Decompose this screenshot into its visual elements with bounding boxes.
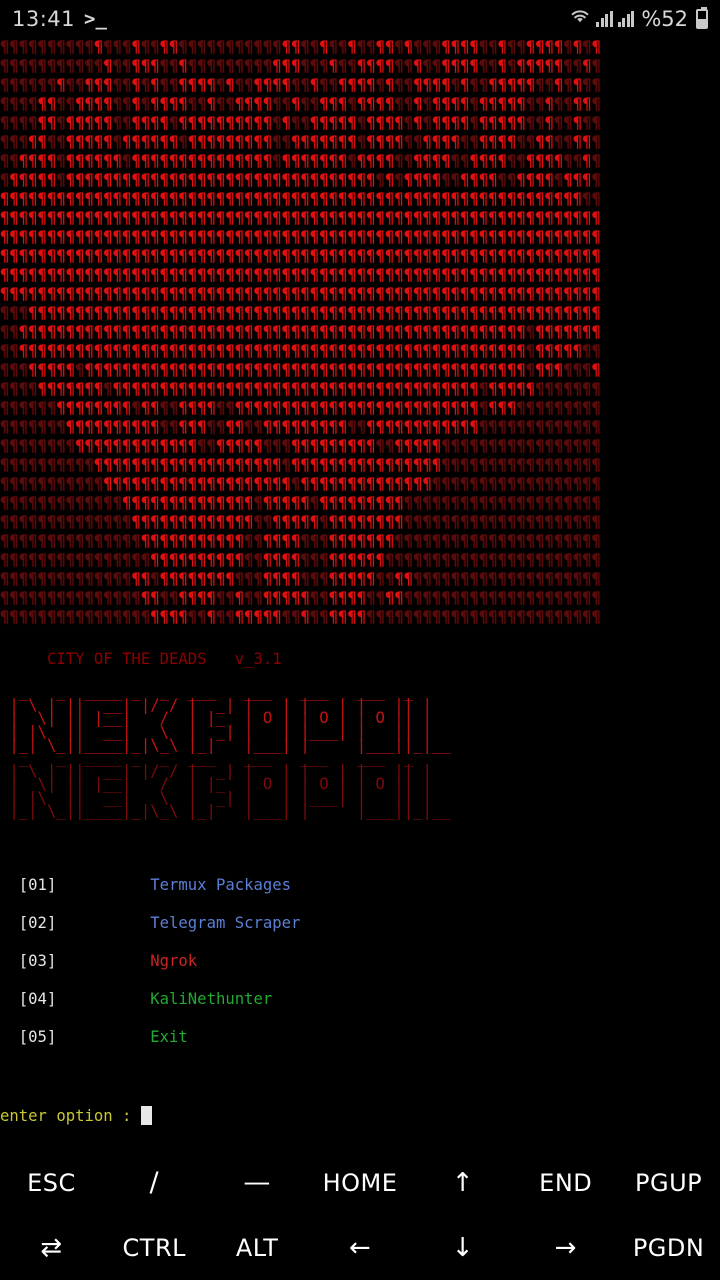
status-bar-right: %52 (569, 7, 708, 31)
key-arrow-left[interactable]: ← (309, 1233, 412, 1263)
menu-list: [01] Termux Packages [02] Telegram Scrap… (0, 876, 301, 1066)
signal-bars-icon-2 (617, 11, 635, 27)
menu-item-spacer (56, 990, 150, 1008)
extra-keys-toolbar[interactable]: ESC / — HOME ↑ END PGUP ⇄ CTRL ALT ← ↓ → PGDN (0, 1150, 720, 1280)
key-alt[interactable]: ALT (206, 1234, 309, 1262)
key-dash[interactable]: — (206, 1167, 309, 1198)
menu-item-spacer (56, 952, 150, 970)
key-tab[interactable]: ⇄ (0, 1233, 103, 1263)
battery-icon (696, 7, 708, 29)
skull-ascii-art: ¶¶¶¶¶¶¶¶¶¶¶¶¶¶¶¶¶¶¶¶¶¶¶¶¶¶¶¶¶¶¶¶¶¶¶¶¶¶¶¶… (0, 38, 601, 626)
status-bar-left: 13:41 >_ (12, 7, 107, 31)
menu-item-3[interactable]: [03] Ngrok (0, 952, 300, 990)
menu-item-label: Exit (150, 1028, 188, 1046)
menu-item-index: [04] (0, 990, 57, 1008)
key-home[interactable]: HOME (309, 1169, 412, 1197)
status-bar: 13:41 >_ %52 (0, 0, 720, 38)
menu-item-spacer (56, 1028, 150, 1046)
prompt-label: enter option : (0, 1107, 141, 1125)
menu-item-label: Ngrok (150, 952, 198, 970)
menu-item-index: [05] (0, 1028, 57, 1046)
menu-item-spacer (56, 914, 150, 932)
menu-item-label: Termux Packages (150, 876, 292, 894)
menu-item-index: [02] (0, 914, 57, 932)
status-clock: 13:41 (12, 7, 76, 31)
menu-item-4[interactable]: [04] KaliNethunter (0, 990, 300, 1028)
key-slash[interactable]: / (103, 1167, 206, 1198)
key-pgdn[interactable]: PGDN (617, 1234, 720, 1262)
wifi-icon (569, 8, 591, 30)
key-arrow-up[interactable]: ↑ (411, 1168, 514, 1198)
menu-item-label: KaliNethunter (150, 990, 273, 1008)
menu-item-spacer (56, 876, 150, 894)
subtitle-line: CITY OF THE DEADS v_3.1 (0, 650, 282, 668)
menu-item-1[interactable]: [01] Termux Packages (0, 876, 300, 914)
nekropol-logo-banner: _ _ ____ _ _ ___ ___ ___ ___ _ | \ | || … (0, 683, 451, 820)
menu-item-2[interactable]: [02] Telegram Scraper (0, 914, 301, 952)
menu-item-index: [03] (0, 952, 57, 970)
key-pgup[interactable]: PGUP (617, 1169, 720, 1197)
prompt-line[interactable]: enter option : (0, 1106, 152, 1126)
key-end[interactable]: END (514, 1169, 617, 1197)
extra-keys-row-1: ESC / — HOME ↑ END PGUP (0, 1150, 720, 1215)
key-ctrl[interactable]: CTRL (103, 1234, 206, 1262)
battery-percent-label: %52 (641, 7, 688, 31)
extra-keys-row-2: ⇄ CTRL ALT ← ↓ → PGDN (0, 1215, 720, 1280)
signal-bars-icon-1 (596, 11, 613, 27)
termux-notification-icon: >_ (84, 7, 107, 30)
block-cursor (140, 1106, 152, 1125)
menu-item-5[interactable]: [05] Exit (0, 1028, 300, 1066)
terminal-output[interactable]: ¶¶¶¶¶¶¶¶¶¶¶¶¶¶¶¶¶¶¶¶¶¶¶¶¶¶¶¶¶¶¶¶¶¶¶¶¶¶¶¶… (0, 38, 720, 1150)
menu-item-label: Telegram Scraper (150, 914, 301, 932)
key-esc[interactable]: ESC (0, 1169, 103, 1197)
key-arrow-right[interactable]: → (514, 1233, 617, 1263)
key-arrow-down[interactable]: ↓ (411, 1233, 514, 1263)
menu-item-index: [01] (0, 876, 57, 894)
